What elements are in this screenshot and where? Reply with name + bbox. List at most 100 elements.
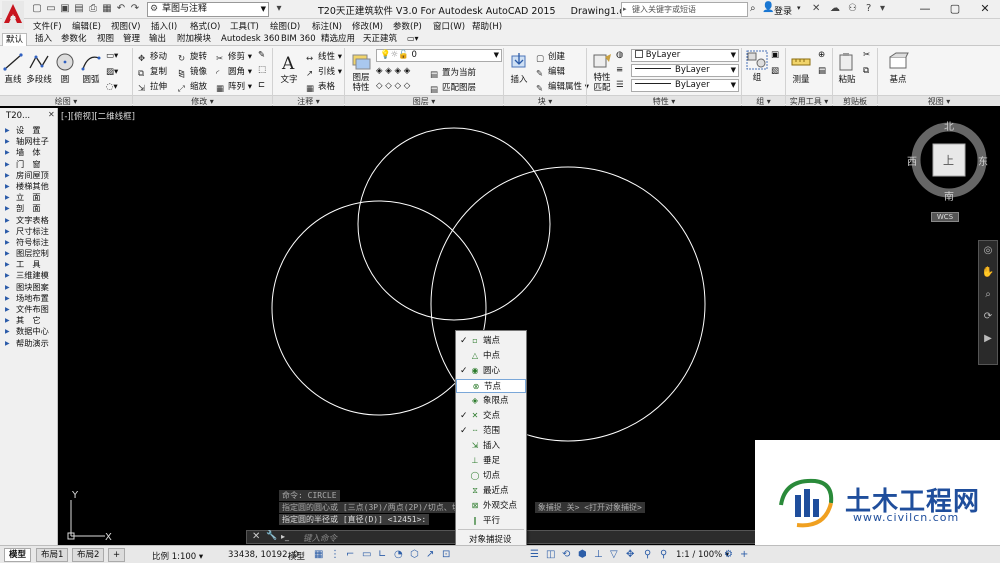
sidebar-item[interactable]: ▶ 墙 体 — [0, 147, 58, 158]
sidebar-item[interactable]: ▶ 门 窗 — [0, 159, 58, 170]
wrench-icon[interactable]: 🔧 — [266, 531, 277, 541]
polyline-button[interactable]: 多段线 — [26, 52, 52, 85]
sidebar-item[interactable]: ▶ 楼梯其他 — [0, 181, 58, 192]
lineweight-toggle-icon[interactable]: ☰ — [530, 549, 539, 560]
save-as-icon[interactable]: ▤ — [72, 2, 86, 16]
tab-output[interactable]: 输出 — [146, 33, 169, 46]
group-label-modify[interactable]: 修改 ▾ — [133, 95, 272, 106]
search-icon[interactable]: ⌕ — [750, 3, 756, 14]
group-label-utilities[interactable]: 实用工具 ▾ — [786, 95, 832, 106]
annotation-visibility-icon[interactable]: ⚲ — [644, 549, 651, 560]
dynamic-ucs-icon[interactable]: ⊥ — [594, 549, 603, 560]
auto-scale-icon[interactable]: ⚲ — [660, 549, 667, 560]
annotation-monitor-icon[interactable]: + — [740, 549, 748, 560]
arc-button[interactable]: 圆弧 — [78, 52, 104, 85]
steering-wheel-icon[interactable]: ◎ — [979, 245, 997, 263]
infer-icon[interactable]: ⌐ — [346, 549, 354, 560]
edit-attributes-button[interactable]: ✎编辑属性 ▾ — [536, 80, 589, 94]
menu-help[interactable]: 帮助(H) — [472, 20, 502, 32]
set-current-button[interactable]: ▤ 置为当前 — [430, 66, 476, 80]
group-button[interactable]: 组 — [744, 50, 770, 83]
group-edit-icon[interactable]: ▧ — [771, 66, 779, 76]
undo-icon[interactable]: ↶ — [114, 2, 128, 16]
tab-default[interactable]: 默认 — [2, 33, 28, 46]
maximize-button[interactable]: ▢ — [940, 0, 970, 18]
grid-icon[interactable]: ▦ — [314, 549, 323, 560]
tab-layout2[interactable]: 布局2 — [72, 548, 105, 562]
stretch-button[interactable]: ⇲ 拉伸 — [138, 80, 167, 94]
osnap-item-midpoint[interactable]: △ 中点 — [456, 349, 526, 363]
sidebar-item[interactable]: ▶ 其 它 — [0, 315, 58, 326]
stay-connected-icon[interactable]: ⚇ — [848, 3, 857, 14]
menu-edit[interactable]: 编辑(E) — [72, 20, 101, 32]
compass-north[interactable]: 北 — [944, 118, 954, 133]
cut-icon[interactable]: ✂ — [863, 50, 870, 60]
osnap-item-extension[interactable]: ✓ ┄ 范围 — [456, 424, 526, 438]
workspace-switch-icon[interactable]: ⚙ — [724, 549, 733, 560]
open-file-icon[interactable]: ▭ — [44, 2, 58, 16]
compass-south[interactable]: 南 — [944, 188, 954, 203]
workspace-select[interactable]: ⚙ 草图与注释 ▼ — [147, 2, 269, 17]
circle-top[interactable] — [357, 127, 551, 321]
osnap-item-parallel[interactable]: ∥ 平行 — [456, 514, 526, 528]
paste-button[interactable]: 粘贴 — [834, 52, 860, 85]
tab-bim-360[interactable]: BIM 360 — [278, 33, 319, 46]
osnap-item-endpoint[interactable]: ✓ ▫ 端点 — [456, 334, 526, 348]
sidebar-item[interactable]: ▶ 立 面 — [0, 192, 58, 203]
zoom-icon[interactable]: ⌕ — [979, 289, 997, 307]
group-label-view[interactable]: 视图 ▾ — [878, 95, 1000, 106]
command-input[interactable]: 键入命令 — [303, 532, 337, 544]
transparency-icon[interactable]: ◫ — [546, 549, 555, 560]
tab-insert[interactable]: 插入 — [32, 33, 55, 46]
scale-button[interactable]: ⤢ 缩放 — [178, 80, 207, 94]
tab-view[interactable]: 视图 — [94, 33, 117, 46]
menu-view[interactable]: 视图(V) — [111, 20, 140, 32]
linetype-select[interactable]: ByLayer ▼ — [631, 64, 739, 77]
layer-tools-row1[interactable]: ◈ ◈ ◈ ◈ — [376, 66, 410, 76]
match-layer-button[interactable]: ▤ 匹配图层 — [430, 81, 476, 95]
tab-addins[interactable]: 附加模块 — [174, 33, 214, 46]
tab-autodesk-360[interactable]: Autodesk 360 — [218, 33, 283, 46]
osnap-item-nearest[interactable]: ⧖ 最近点 — [456, 484, 526, 498]
minimize-button[interactable]: — — [910, 0, 940, 18]
new-file-icon[interactable]: ▢ — [30, 2, 44, 16]
user-icon[interactable]: 👤 — [762, 2, 774, 13]
sidebar-item[interactable]: ▶ 轴网柱子 — [0, 136, 58, 147]
sidebar-item[interactable]: ▶ 房间屋顶 — [0, 170, 58, 181]
sidebar-item[interactable]: ▶ 三维建模 — [0, 270, 58, 281]
sidebar-item[interactable]: ▶ 尺寸标注 — [0, 226, 58, 237]
base-view-button[interactable]: 基点 — [885, 52, 911, 85]
redo-icon[interactable]: ↷ — [128, 2, 142, 16]
sidebar-item[interactable]: ▶ 数据中心 — [0, 326, 58, 337]
close-button[interactable]: ✕ — [970, 0, 1000, 18]
sidebar-item[interactable]: ▶ 图层控制 — [0, 248, 58, 259]
circle-button[interactable]: 圆 — [52, 52, 78, 85]
menu-tools[interactable]: 工具(T) — [230, 20, 259, 32]
mirror-button[interactable]: ⧎ 镜像 — [178, 65, 207, 79]
chevron-down-icon[interactable]: ▾ — [797, 4, 801, 12]
menu-insert[interactable]: 插入(I) — [151, 20, 177, 32]
help-icon[interactable]: ? — [866, 3, 871, 14]
ungroup-icon[interactable]: ▣ — [771, 50, 779, 60]
sidebar-item[interactable]: ▶ 设 置 — [0, 125, 58, 136]
orbit-icon[interactable]: ⟳ — [979, 311, 997, 329]
group-label-block[interactable]: 块 ▾ — [504, 95, 586, 106]
close-icon[interactable]: ✕ — [48, 110, 55, 119]
lineweight-select[interactable]: ByLayer ▼ — [631, 79, 739, 92]
plot-icon[interactable]: ▦ — [100, 2, 114, 16]
lineweight-icon[interactable]: ☰ — [616, 80, 624, 90]
wcs-menu[interactable]: WCS — [931, 212, 959, 222]
quick-select-icon[interactable]: ⊕ — [818, 50, 825, 60]
annotation-scale[interactable]: 比例 1:100 ▾ — [152, 550, 203, 562]
move-button[interactable]: ✥ 移动 — [138, 50, 167, 64]
hatch-icon[interactable]: ▨▾ — [106, 67, 118, 77]
sidebar-item[interactable]: ▶ 文字表格 — [0, 215, 58, 226]
linear-dim-button[interactable]: ↔ 线性 ▾ — [306, 50, 342, 64]
osnap-item-quadrant[interactable]: ◈ 象限点 — [456, 394, 526, 408]
sidebar-item[interactable]: ▶ 文件布图 — [0, 304, 58, 315]
menu-file[interactable]: 文件(F) — [33, 20, 62, 32]
sidebar-item[interactable]: ▶ 场地布置 — [0, 293, 58, 304]
sidebar-item[interactable]: ▶ 工 具 — [0, 259, 58, 270]
copy-button[interactable]: ⧉ 复制 — [138, 65, 167, 79]
menu-draw[interactable]: 绘图(D) — [270, 20, 300, 32]
